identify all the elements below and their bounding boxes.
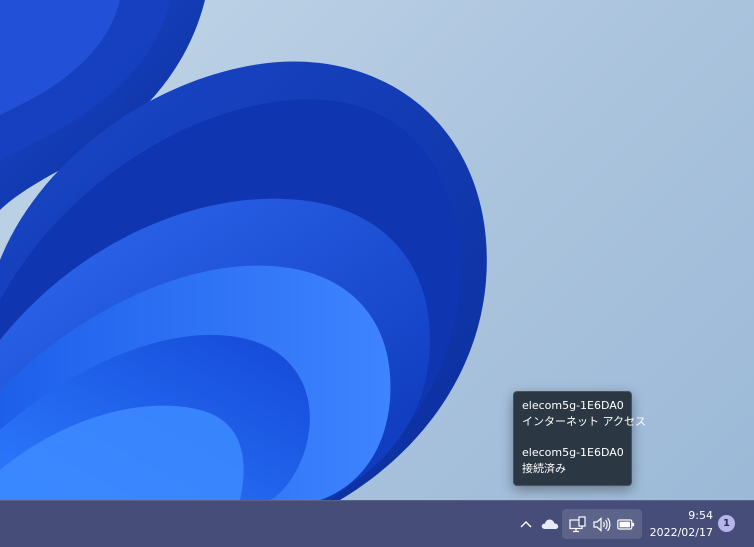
clock-date: 2022/02/17 [649,526,713,539]
desktop: elecom5g-1E6DA0 インターネット アクセス elecom5g-1E… [0,0,754,547]
tooltip-status-1: インターネット アクセス [522,415,646,428]
taskbar: 9:54 2022/02/17 1 [0,500,754,547]
network-icon [566,515,590,533]
quick-settings-button[interactable] [562,509,642,539]
notification-badge[interactable]: 1 [718,515,735,532]
volume-icon [590,516,614,532]
tooltip-network-name-2: elecom5g-1E6DA0 [522,446,624,459]
tooltip-network-name-1: elecom5g-1E6DA0 [522,399,624,412]
chevron-up-icon [520,521,532,528]
taskbar-clock[interactable]: 9:54 2022/02/17 [645,507,713,543]
onedrive-button[interactable] [539,509,561,539]
battery-icon [614,518,638,530]
network-tooltip: elecom5g-1E6DA0 インターネット アクセス elecom5g-1E… [513,391,646,486]
clock-time: 9:54 [688,509,713,522]
onedrive-cloud-icon [541,519,559,529]
show-hidden-icons-button[interactable] [516,509,536,539]
tooltip-status-2: 接続済み [522,462,566,475]
